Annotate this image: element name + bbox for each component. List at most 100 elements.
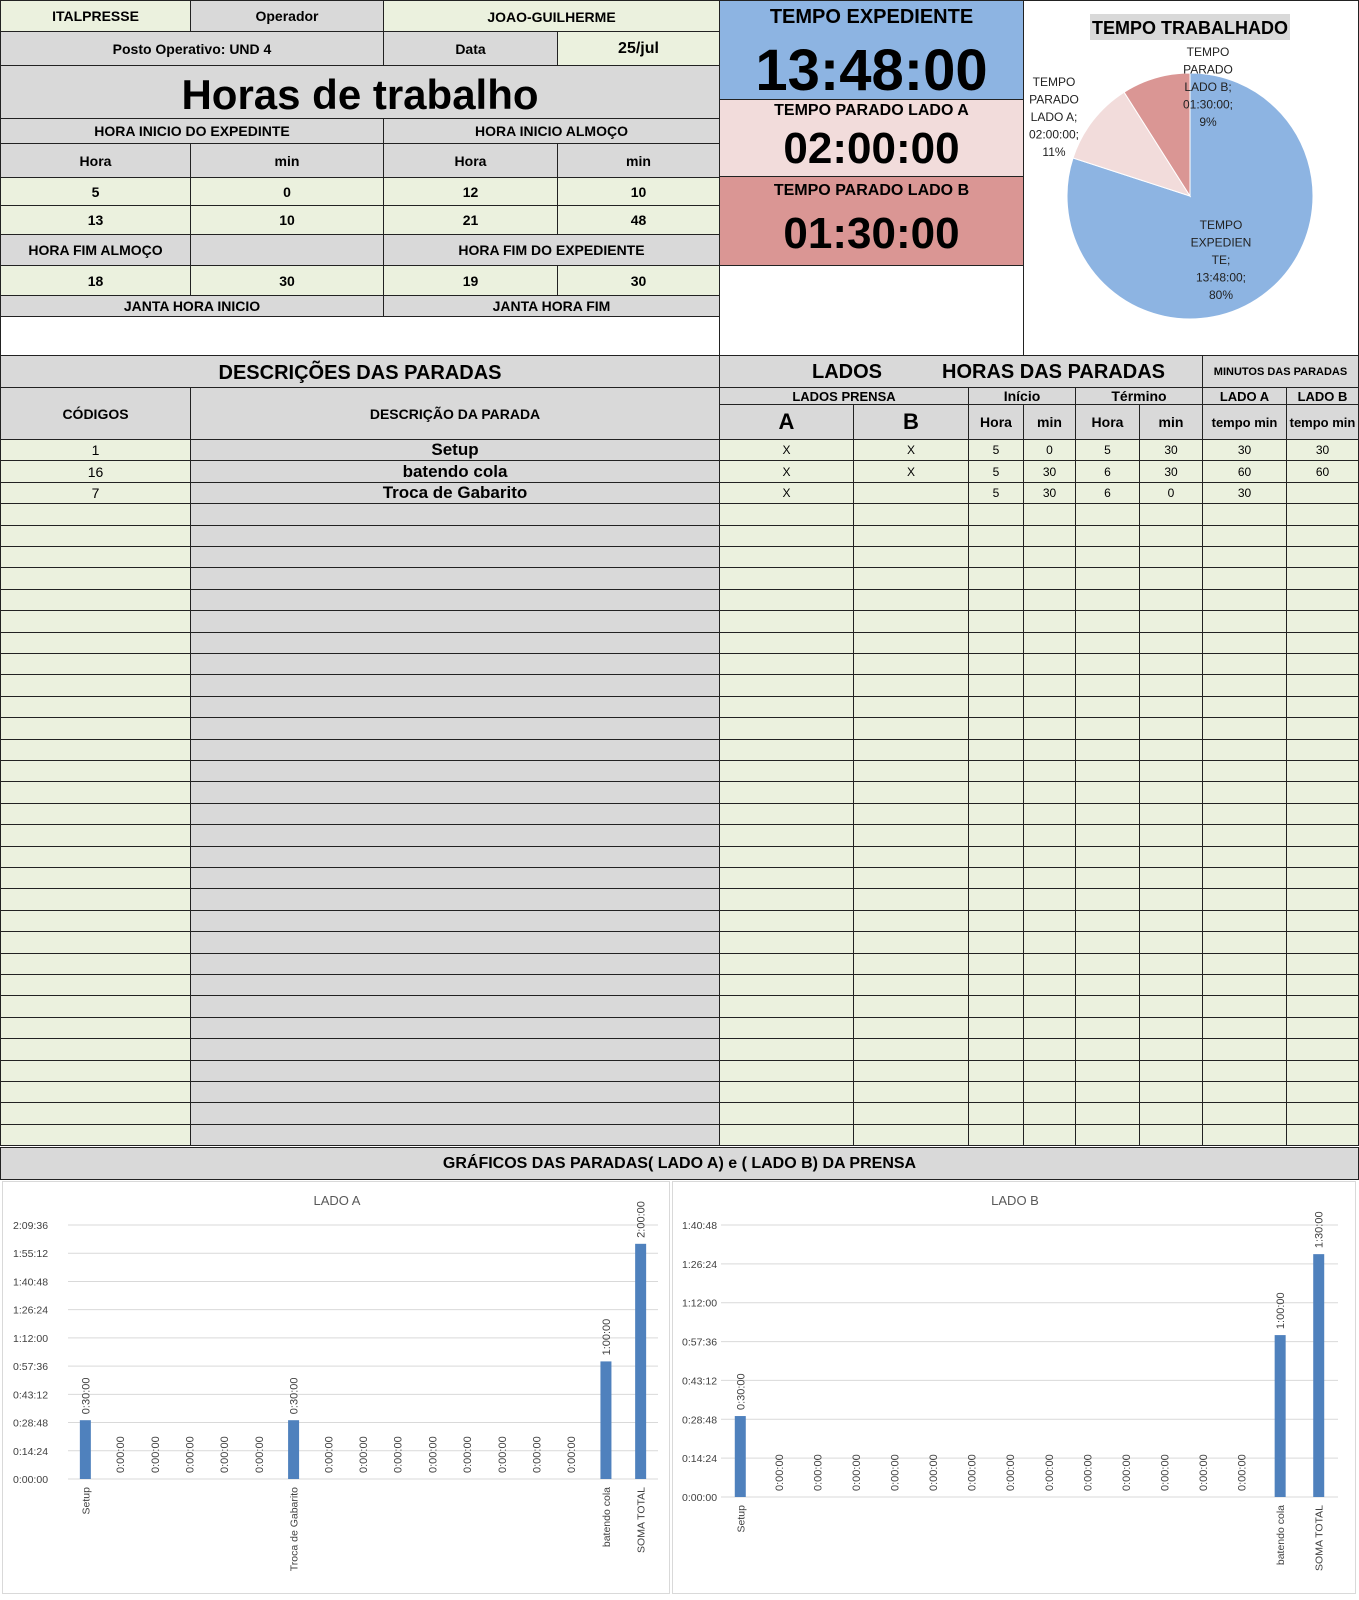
minutos-b-cell[interactable]: [1286, 525, 1359, 547]
minutos-b-cell[interactable]: [1286, 1017, 1359, 1039]
minutos-a-cell[interactable]: [1202, 867, 1287, 889]
codigo-cell[interactable]: [0, 674, 191, 697]
minutos-b-cell[interactable]: [1286, 867, 1359, 889]
lado-a-mark[interactable]: [719, 931, 854, 954]
minutos-b-cell[interactable]: [1286, 1081, 1359, 1103]
termino-min-cell[interactable]: [1139, 953, 1203, 975]
lado-a-mark[interactable]: [719, 1038, 854, 1061]
lado-b-mark[interactable]: [853, 995, 969, 1018]
lado-b-mark[interactable]: [853, 1124, 969, 1146]
codigo-cell[interactable]: [0, 717, 191, 740]
descricao-cell[interactable]: [190, 867, 720, 889]
inicio-min-cell[interactable]: [1023, 846, 1076, 868]
termino-min-cell[interactable]: [1139, 525, 1203, 547]
termino-hora-cell[interactable]: [1075, 1017, 1140, 1039]
lado-b-mark[interactable]: [853, 525, 969, 547]
minutos-a-cell[interactable]: [1202, 674, 1287, 697]
termino-min-cell[interactable]: [1139, 653, 1203, 675]
inicio-min-cell[interactable]: [1023, 610, 1076, 633]
lado-a-mark[interactable]: [719, 846, 854, 868]
inicio-hora-cell[interactable]: [968, 995, 1024, 1018]
lado-a-mark[interactable]: X: [719, 460, 854, 483]
codigo-cell[interactable]: [0, 824, 191, 847]
lado-b-mark[interactable]: [853, 867, 969, 889]
termino-hora-cell[interactable]: [1075, 781, 1140, 804]
descricao-cell[interactable]: [190, 953, 720, 975]
inicio-hora-cell[interactable]: [968, 846, 1024, 868]
termino-hora-cell[interactable]: [1075, 610, 1140, 633]
minutos-b-cell[interactable]: [1286, 567, 1359, 590]
lado-a-mark[interactable]: [719, 610, 854, 633]
codigo-cell[interactable]: 7: [0, 482, 191, 504]
lado-b-mark[interactable]: [853, 546, 969, 568]
minutos-a-cell[interactable]: [1202, 931, 1287, 954]
minutos-a-cell[interactable]: 30: [1202, 482, 1287, 504]
minutos-a-cell[interactable]: [1202, 1124, 1287, 1146]
inicio-min-cell[interactable]: [1023, 1038, 1076, 1061]
lado-a-mark[interactable]: [719, 760, 854, 782]
inicio-hora-cell[interactable]: [968, 1102, 1024, 1125]
inicio-min-cell[interactable]: [1023, 739, 1076, 761]
termino-min-cell[interactable]: [1139, 1060, 1203, 1082]
minutos-b-cell[interactable]: [1286, 589, 1359, 611]
lado-b-mark[interactable]: [853, 567, 969, 590]
minutos-b-cell[interactable]: [1286, 1038, 1359, 1061]
minutos-a-cell[interactable]: [1202, 1038, 1287, 1061]
lado-a-mark[interactable]: [719, 1124, 854, 1146]
inicio-min-cell[interactable]: [1023, 910, 1076, 932]
inicio-min-cell[interactable]: [1023, 717, 1076, 740]
time-cell[interactable]: 18: [0, 265, 191, 296]
codigo-cell[interactable]: [0, 525, 191, 547]
descricao-cell[interactable]: [190, 717, 720, 740]
descricao-cell[interactable]: Setup: [190, 439, 720, 461]
termino-min-cell[interactable]: [1139, 589, 1203, 611]
codigo-cell[interactable]: [0, 888, 191, 911]
codigo-cell[interactable]: [0, 589, 191, 611]
termino-hora-cell[interactable]: 5: [1075, 439, 1140, 461]
descricao-cell[interactable]: [190, 1102, 720, 1125]
termino-hora-cell[interactable]: [1075, 503, 1140, 526]
inicio-hora-cell[interactable]: [968, 888, 1024, 911]
minutos-a-cell[interactable]: [1202, 632, 1287, 654]
lado-a-mark[interactable]: [719, 803, 854, 825]
codigo-cell[interactable]: [0, 846, 191, 868]
lado-b-mark[interactable]: [853, 653, 969, 675]
lado-a-mark[interactable]: [719, 867, 854, 889]
inicio-min-cell[interactable]: [1023, 931, 1076, 954]
termino-hora-cell[interactable]: [1075, 1081, 1140, 1103]
time-cell[interactable]: 12: [383, 177, 558, 206]
termino-hora-cell[interactable]: [1075, 803, 1140, 825]
minutos-a-cell[interactable]: [1202, 910, 1287, 932]
termino-hora-cell[interactable]: [1075, 546, 1140, 568]
descricao-cell[interactable]: [190, 1124, 720, 1146]
codigo-cell[interactable]: [0, 610, 191, 633]
descricao-cell[interactable]: batendo cola: [190, 460, 720, 483]
minutos-a-cell[interactable]: [1202, 1060, 1287, 1082]
minutos-a-cell[interactable]: [1202, 739, 1287, 761]
termino-min-cell[interactable]: [1139, 739, 1203, 761]
codigo-cell[interactable]: [0, 953, 191, 975]
lado-a-mark[interactable]: [719, 1102, 854, 1125]
inicio-min-cell[interactable]: 30: [1023, 460, 1076, 483]
codigo-cell[interactable]: [0, 1017, 191, 1039]
minutos-b-cell[interactable]: [1286, 696, 1359, 718]
descricao-cell[interactable]: [190, 760, 720, 782]
lado-a-mark[interactable]: [719, 739, 854, 761]
termino-min-cell[interactable]: [1139, 717, 1203, 740]
minutos-a-cell[interactable]: [1202, 589, 1287, 611]
descricao-cell[interactable]: [190, 653, 720, 675]
termino-min-cell[interactable]: [1139, 781, 1203, 804]
lado-b-mark[interactable]: [853, 717, 969, 740]
descricao-cell[interactable]: [190, 632, 720, 654]
lado-b-mark[interactable]: [853, 674, 969, 697]
codigo-cell[interactable]: [0, 503, 191, 526]
minutos-a-cell[interactable]: [1202, 824, 1287, 847]
codigo-cell[interactable]: [0, 1081, 191, 1103]
time-cell[interactable]: 30: [190, 265, 384, 296]
time-cell[interactable]: 10: [557, 177, 720, 206]
descricao-cell[interactable]: Troca de Gabarito: [190, 482, 720, 504]
minutos-b-cell[interactable]: [1286, 503, 1359, 526]
minutos-a-cell[interactable]: [1202, 546, 1287, 568]
inicio-hora-cell[interactable]: [968, 824, 1024, 847]
termino-hora-cell[interactable]: [1075, 760, 1140, 782]
